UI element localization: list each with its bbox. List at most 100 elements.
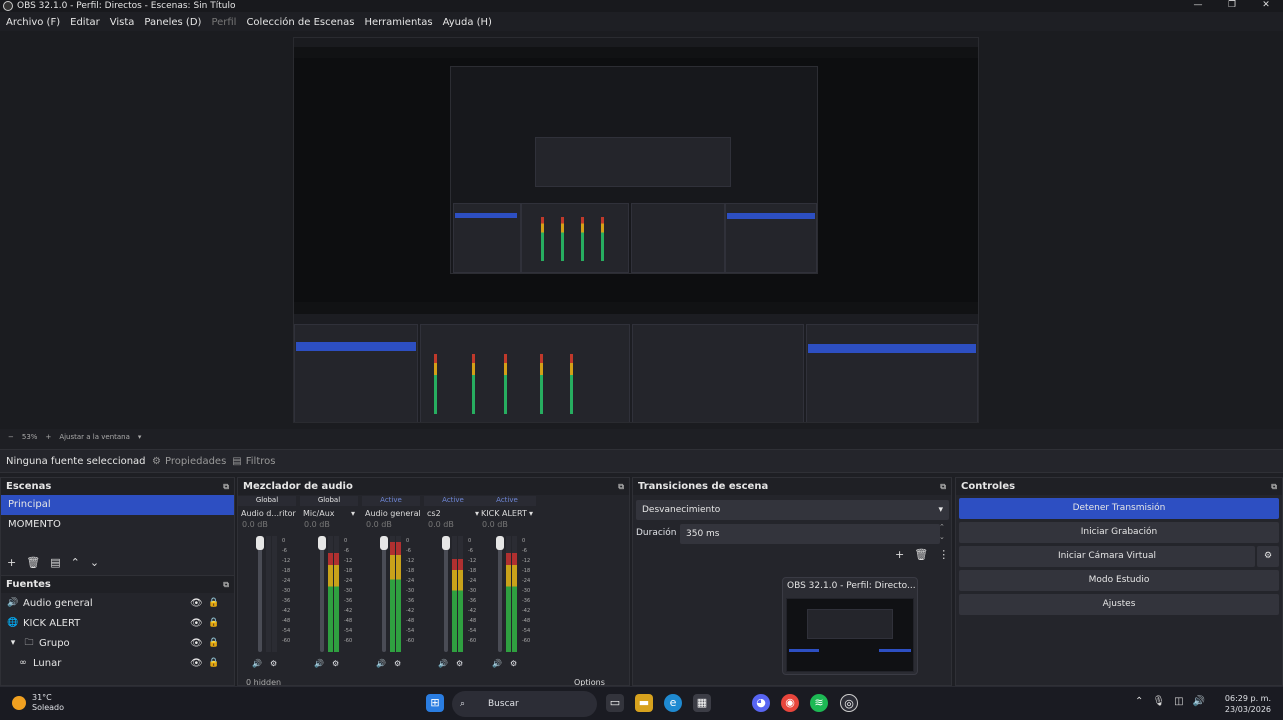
preview-canvas[interactable] (293, 37, 979, 423)
menu-vista[interactable]: Vista (110, 17, 135, 28)
volume-slider[interactable] (318, 536, 326, 652)
volume-slider[interactable] (380, 536, 388, 652)
menu-archivo[interactable]: Archivo (F) (6, 17, 60, 28)
add-icon[interactable]: + (895, 548, 904, 561)
arrow-up-icon[interactable]: ⌃ (71, 556, 80, 569)
network-icon[interactable]: ◫ (1174, 696, 1183, 707)
zoom-fit-dropdown[interactable]: Ajustar a la ventana (59, 433, 130, 441)
menu-herramientas[interactable]: Herramientas (364, 17, 432, 28)
volume-slider-handle[interactable] (442, 536, 450, 550)
channel-settings-icon[interactable]: ⚙ (456, 659, 463, 668)
stop-stream-button[interactable]: Detener Transmisión (959, 498, 1279, 519)
channel-name-dropdown[interactable]: Audio d...ritorio▾ (238, 506, 296, 520)
chevron-down-icon[interactable]: ▾ (7, 638, 19, 648)
chevron-up-icon[interactable]: ⌃ (1135, 696, 1143, 707)
lock-icon[interactable]: 🔒 (208, 618, 219, 628)
menu-paneles[interactable]: Paneles (D) (144, 17, 201, 28)
mute-icon[interactable]: 🔊 (438, 659, 448, 668)
volume-slider-handle[interactable] (256, 536, 264, 550)
chevron-down-icon[interactable]: ▾ (138, 433, 142, 441)
undock-icon[interactable]: ⧉ (618, 482, 624, 492)
mute-icon[interactable]: 🔊 (376, 659, 386, 668)
eye-icon[interactable]: 👁 (190, 618, 203, 629)
system-clock[interactable]: 06:29 p. m. 23/03/2026 (1225, 693, 1271, 715)
settings-button[interactable]: Ajustes (959, 594, 1279, 615)
taskbar-thumbnail[interactable]: OBS 32.1.0 - Perfil: Directo... (782, 577, 918, 675)
volume-slider[interactable] (256, 536, 264, 652)
menu-coleccion-escenas[interactable]: Colección de Escenas (246, 17, 354, 28)
chrome-icon[interactable]: ◉ (781, 694, 799, 712)
weather-widget[interactable]: 31°C Soleado (12, 693, 64, 713)
undock-icon[interactable]: ⧉ (1271, 482, 1277, 492)
more-icon[interactable]: ⋮ (938, 548, 949, 561)
channel-name-dropdown[interactable]: KICK ALERT ▾ (478, 506, 536, 520)
volume-slider[interactable] (442, 536, 450, 652)
source-row[interactable]: ▾ 🗀 Grupo 👁 🔒 (1, 633, 234, 653)
taskbar-search[interactable]: ⌕ Buscar (452, 691, 597, 717)
volume-slider-handle[interactable] (496, 536, 504, 550)
eye-icon[interactable]: 👁 (190, 598, 203, 609)
restore-icon[interactable]: ❐ (1215, 0, 1249, 12)
scene-item[interactable]: MOMENTO (1, 515, 234, 535)
source-row[interactable]: ∞ Lunar 👁 🔒 (1, 653, 234, 673)
channel-settings-icon[interactable]: ⚙ (394, 659, 401, 668)
db-scale-tick: -36 (344, 598, 353, 604)
lock-icon[interactable]: 🔒 (208, 638, 219, 648)
task-view-icon[interactable]: ▭ (606, 694, 624, 712)
studio-mode-button[interactable]: Modo Estudio (959, 570, 1279, 591)
start-recording-button[interactable]: Iniciar Grabación (959, 522, 1279, 543)
mute-icon[interactable]: 🔊 (492, 659, 502, 668)
lock-icon[interactable]: 🔒 (208, 598, 219, 608)
eye-icon[interactable]: 👁 (190, 638, 203, 649)
volume-slider[interactable] (496, 536, 504, 652)
mute-icon[interactable]: 🔊 (252, 659, 262, 668)
trash-icon[interactable]: 🗑 (914, 548, 928, 561)
undock-icon[interactable]: ⧉ (223, 482, 229, 492)
eye-icon[interactable]: 👁 (190, 658, 203, 669)
properties-button[interactable]: ⚙ Propiedades (152, 456, 226, 467)
mute-icon[interactable]: 🔊 (314, 659, 324, 668)
store-icon[interactable]: ▦ (693, 694, 711, 712)
duration-input[interactable]: 350 ms (680, 524, 940, 544)
zoom-in-icon[interactable]: + (45, 433, 51, 441)
spotify-icon[interactable]: ≋ (810, 694, 828, 712)
channel-name-dropdown[interactable]: cs2 ▾ (424, 506, 482, 520)
lock-icon[interactable]: 🔒 (208, 658, 219, 668)
channel-name-dropdown[interactable]: Audio general▾ (362, 506, 420, 520)
discord-icon[interactable]: ◕ (752, 694, 770, 712)
gear-icon[interactable]: ⚙ (1257, 546, 1279, 567)
menu-editar[interactable]: Editar (70, 17, 100, 28)
channel-settings-icon[interactable]: ⚙ (270, 659, 277, 668)
menu-perfil[interactable]: Perfil (211, 17, 236, 28)
filter-icon[interactable]: ▤ (50, 556, 60, 569)
zoom-out-icon[interactable]: − (8, 433, 14, 441)
filters-button[interactable]: ▤ Filtros (232, 456, 275, 467)
arrow-down-icon[interactable]: ⌄ (90, 556, 99, 569)
trash-icon[interactable]: 🗑 (26, 556, 40, 569)
source-row[interactable]: 🌐 KICK ALERT 👁 🔒 (1, 613, 234, 633)
windows-start-icon[interactable]: ⊞ (426, 694, 444, 712)
volume-slider-handle[interactable] (380, 536, 388, 550)
add-icon[interactable]: + (7, 556, 16, 569)
undock-icon[interactable]: ⧉ (223, 580, 229, 590)
undock-icon[interactable]: ⧉ (940, 482, 946, 492)
edge-icon[interactable]: e (664, 694, 682, 712)
nested-meter (504, 354, 507, 414)
channel-name-dropdown[interactable]: Mic/Aux ▾ (300, 506, 358, 520)
duration-stepper[interactable]: ⌃ ⌄ (939, 522, 945, 542)
source-row[interactable]: 🔊 Audio general 👁 🔒 (1, 593, 234, 613)
scene-item[interactable]: Principal (1, 495, 234, 515)
channel-settings-icon[interactable]: ⚙ (332, 659, 339, 668)
transition-select[interactable]: Desvanecimiento ▾ (636, 500, 949, 520)
start-virtual-camera-button[interactable]: Iniciar Cámara Virtual (959, 546, 1255, 567)
volume-slider-handle[interactable] (318, 536, 326, 550)
obs-taskbar-icon[interactable]: ◎ (840, 694, 858, 712)
microphone-icon[interactable]: 🎙 (1152, 696, 1165, 707)
file-explorer-icon[interactable]: ▬ (635, 694, 653, 712)
nested-meter (570, 354, 573, 414)
minimize-icon[interactable]: — (1181, 0, 1215, 12)
volume-icon[interactable]: 🔊 (1193, 696, 1205, 707)
close-icon[interactable]: ✕ (1249, 0, 1283, 12)
menu-ayuda[interactable]: Ayuda (H) (443, 17, 492, 28)
channel-settings-icon[interactable]: ⚙ (510, 659, 517, 668)
